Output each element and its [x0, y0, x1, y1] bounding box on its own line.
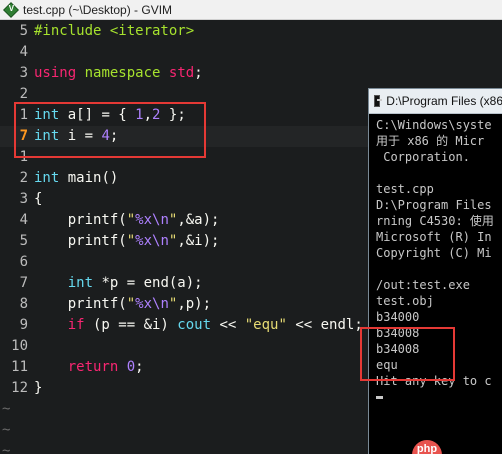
line-number: 11 — [11, 359, 28, 375]
line-number: 2 — [19, 170, 28, 186]
console-line: Corporation. — [376, 150, 470, 164]
line-number: 4 — [19, 212, 28, 228]
line-number: 3 — [19, 191, 28, 207]
console-line: test.cpp — [376, 182, 434, 196]
code-line[interactable]: 5 #include <iterator> — [0, 21, 502, 42]
console-line: b34000 — [376, 310, 420, 324]
console-line: 用于 x86 的 Micr — [376, 134, 485, 148]
code-text: return 0; — [67, 359, 144, 375]
window-title: test.cpp (~\Desktop) - GVIM — [23, 2, 173, 17]
line-number: 7 — [19, 275, 28, 291]
code-line[interactable]: 3 using namespace std; — [0, 63, 502, 84]
code-text: printf("%x\n",p); — [34, 296, 212, 312]
console-titlebar: D:\Program Files (x86) — [369, 89, 502, 114]
code-text: int main() — [34, 170, 119, 186]
code-line[interactable]: 4 — [0, 42, 502, 63]
code-text: printf("%x\n",&i); — [34, 233, 220, 249]
console-line: Copyright (C) Mi — [376, 246, 492, 260]
highlight-box-output-overlay — [360, 327, 455, 381]
line-number: 8 — [19, 296, 28, 312]
code-text: { — [34, 191, 43, 207]
console-line: Microsoft (R) In — [376, 230, 492, 244]
text-cursor — [376, 396, 383, 399]
tilde-marker: ~ — [2, 401, 11, 417]
line-number: 5 — [19, 23, 28, 39]
line-number: 9 — [19, 317, 28, 333]
line-number: 3 — [19, 65, 28, 81]
console-line: C:\Windows\syste — [376, 118, 492, 132]
console-cursor-line — [376, 389, 502, 405]
code-text: printf("%x\n",&a); — [34, 212, 220, 228]
line-number: 4 — [19, 44, 28, 60]
highlight-box-declarations — [14, 102, 206, 158]
code-text: #include <iterator> — [34, 23, 195, 39]
code-text: if (p == &i) cout << "equ" << endl; — [67, 317, 363, 333]
console-line: test.obj — [376, 294, 434, 308]
line-number: 12 — [11, 380, 28, 396]
console-line: D:\Program Files — [376, 198, 492, 212]
code-text: int *p = end(a); — [67, 275, 203, 291]
php-badge-label: php — [416, 443, 438, 454]
console-title: D:\Program Files (x86) — [386, 94, 502, 108]
console-window[interactable]: D:\Program Files (x86) C:\Windows\syste 用… — [368, 88, 502, 454]
code-text: using namespace std; — [34, 65, 203, 81]
vim-icon — [3, 1, 19, 18]
line-number: 10 — [11, 338, 28, 354]
console-line: /out:test.exe — [376, 278, 470, 292]
tilde-marker: ~ — [2, 443, 11, 454]
command-prompt-icon — [374, 95, 383, 107]
tilde-marker: ~ — [2, 422, 11, 438]
line-number: 5 — [19, 233, 28, 249]
line-number: 6 — [19, 254, 28, 270]
code-text: } — [34, 380, 43, 396]
gvim-titlebar: test.cpp (~\Desktop) - GVIM — [0, 0, 502, 20]
console-line: rning C4530: 使用 — [376, 214, 494, 228]
